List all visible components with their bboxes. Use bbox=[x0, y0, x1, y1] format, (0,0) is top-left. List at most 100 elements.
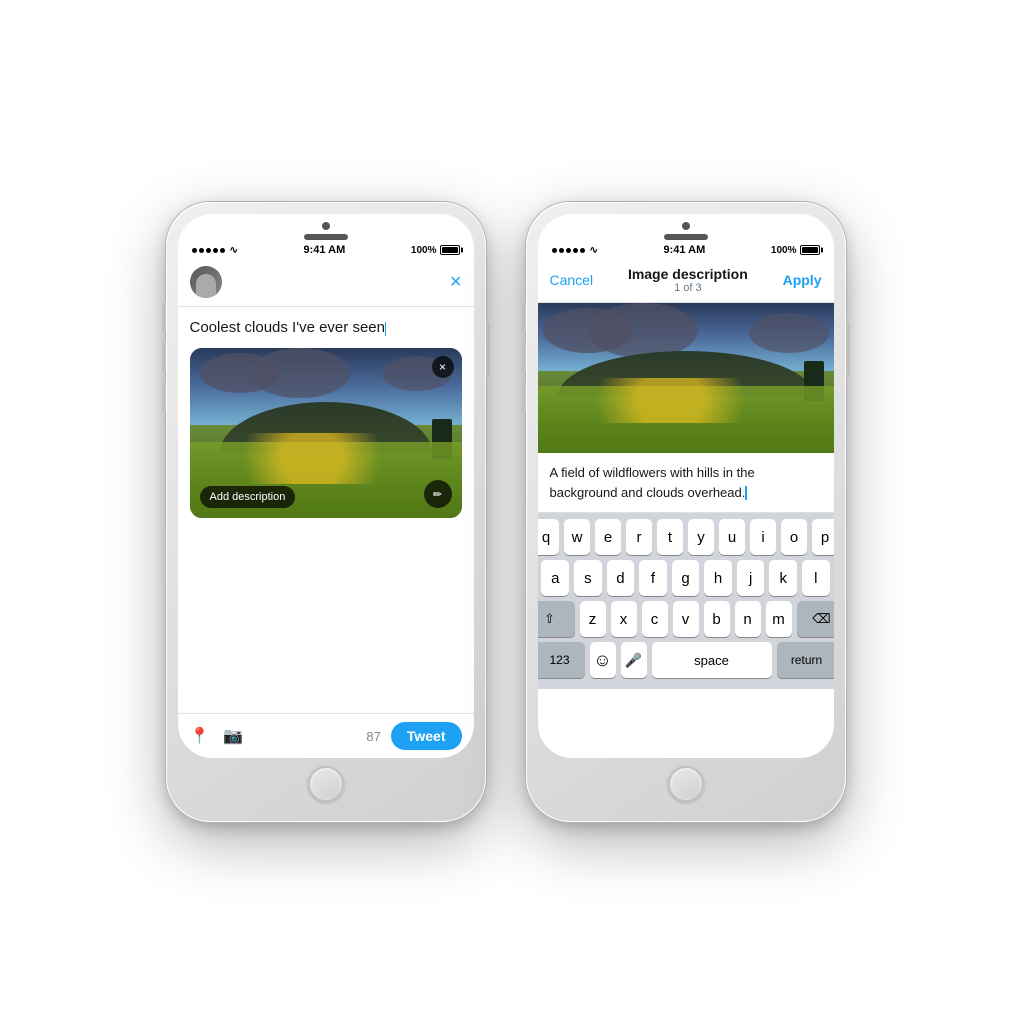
space-key[interactable]: space bbox=[652, 642, 772, 678]
key-p[interactable]: p bbox=[812, 519, 834, 555]
dot2 bbox=[559, 248, 564, 253]
cloud-b bbox=[588, 303, 698, 358]
user-avatar bbox=[190, 266, 222, 298]
key-f[interactable]: f bbox=[639, 560, 667, 596]
key-x[interactable]: x bbox=[611, 601, 637, 637]
phone1-battery-area: 100% bbox=[411, 245, 460, 256]
phone1-home-button[interactable] bbox=[308, 766, 344, 802]
key-s[interactable]: s bbox=[574, 560, 602, 596]
phone-2: ∿ 9:41 AM 100% Cancel Image description bbox=[526, 202, 846, 822]
key-g[interactable]: g bbox=[672, 560, 700, 596]
dot3 bbox=[566, 248, 571, 253]
description-header: Cancel Image description 1 of 3 Apply bbox=[538, 258, 834, 303]
phone1-camera bbox=[322, 222, 330, 230]
key-q[interactable]: q bbox=[538, 519, 560, 555]
compose-screen: × Coolest clouds I've ever seen bbox=[178, 258, 474, 758]
phone2-signal: ∿ bbox=[552, 245, 598, 256]
dot3 bbox=[206, 248, 211, 253]
key-i[interactable]: i bbox=[750, 519, 776, 555]
phone2-battery-pct: 100% bbox=[771, 245, 797, 256]
phone2-top-area bbox=[538, 214, 834, 240]
header-subtitle: 1 of 3 bbox=[628, 282, 748, 294]
desc-media-image bbox=[538, 303, 834, 453]
keyboard[interactable]: q w e r t y u i o p a s d bbox=[538, 513, 834, 689]
key-y[interactable]: y bbox=[688, 519, 714, 555]
keyboard-row-2: a s d f g h j k l bbox=[542, 560, 830, 596]
description-text: A field of wildflowers with hills in the… bbox=[550, 465, 755, 500]
delete-key[interactable]: ⌫ bbox=[797, 601, 834, 637]
mic-key[interactable]: 🎤 bbox=[621, 642, 647, 678]
dot4 bbox=[213, 248, 218, 253]
key-d[interactable]: d bbox=[607, 560, 635, 596]
delete-icon: ⌫ bbox=[812, 611, 830, 627]
emoji-key[interactable]: ☺ bbox=[590, 642, 616, 678]
description-textarea[interactable]: A field of wildflowers with hills in the… bbox=[538, 453, 834, 513]
header-center: Image description 1 of 3 bbox=[628, 266, 748, 294]
camera-icon[interactable]: 📷 bbox=[223, 726, 243, 746]
keyboard-row-1: q w e r t y u i o p bbox=[542, 519, 830, 555]
key-e[interactable]: e bbox=[595, 519, 621, 555]
phone1-status-bar: ∿ 9:41 AM 100% bbox=[178, 240, 474, 258]
key-t[interactable]: t bbox=[657, 519, 683, 555]
compose-footer: 📍 📷 87 Tweet bbox=[178, 713, 474, 758]
media-container: × Add description ✏ bbox=[190, 348, 462, 518]
location-icon[interactable]: 📍 bbox=[190, 726, 210, 746]
phone1-top-area bbox=[178, 214, 474, 240]
tweet-text: Coolest clouds I've ever seen bbox=[190, 319, 385, 336]
yellow-flowers bbox=[217, 433, 407, 484]
key-j[interactable]: j bbox=[737, 560, 765, 596]
avatar-silhouette bbox=[196, 274, 216, 298]
yellow-flowers-2 bbox=[567, 378, 774, 423]
signal-dots bbox=[192, 248, 225, 253]
add-description-button[interactable]: Add description bbox=[200, 486, 296, 508]
key-k[interactable]: k bbox=[769, 560, 797, 596]
phone2-time: 9:41 AM bbox=[664, 244, 706, 256]
shift-key[interactable]: ⇧ bbox=[538, 601, 575, 637]
phone2-battery-area: 100% bbox=[771, 245, 820, 256]
phone2-camera bbox=[682, 222, 690, 230]
close-button[interactable]: × bbox=[450, 271, 462, 294]
image-description-screen: Cancel Image description 1 of 3 Apply bbox=[538, 258, 834, 758]
tweet-button[interactable]: Tweet bbox=[391, 722, 462, 750]
phone1-time: 9:41 AM bbox=[304, 244, 346, 256]
key-l[interactable]: l bbox=[802, 560, 830, 596]
key-v[interactable]: v bbox=[673, 601, 699, 637]
phone1-signal: ∿ bbox=[192, 245, 238, 256]
char-count: 87 bbox=[366, 729, 380, 744]
remove-media-button[interactable]: × bbox=[432, 356, 454, 378]
key-c[interactable]: c bbox=[642, 601, 668, 637]
key-n[interactable]: n bbox=[735, 601, 761, 637]
phone2-home-button[interactable] bbox=[668, 766, 704, 802]
desc-cursor bbox=[745, 486, 747, 500]
key-a[interactable]: a bbox=[541, 560, 569, 596]
numbers-key[interactable]: 123 bbox=[538, 642, 585, 678]
apply-button[interactable]: Apply bbox=[783, 272, 822, 288]
shift-icon: ⇧ bbox=[544, 611, 555, 627]
phone2-status-bar: ∿ 9:41 AM 100% bbox=[538, 240, 834, 258]
key-o[interactable]: o bbox=[781, 519, 807, 555]
key-w[interactable]: w bbox=[564, 519, 590, 555]
phone1-home-area bbox=[178, 758, 474, 810]
key-u[interactable]: u bbox=[719, 519, 745, 555]
tweet-text-area[interactable]: Coolest clouds I've ever seen bbox=[178, 307, 474, 348]
text-cursor bbox=[385, 322, 387, 336]
description-image bbox=[538, 303, 834, 453]
keyboard-row-bottom: 123 ☺ 🎤 space return bbox=[542, 642, 830, 678]
return-key[interactable]: return bbox=[777, 642, 834, 678]
key-z[interactable]: z bbox=[580, 601, 606, 637]
cancel-button[interactable]: Cancel bbox=[550, 272, 594, 288]
key-h[interactable]: h bbox=[704, 560, 732, 596]
key-b[interactable]: b bbox=[704, 601, 730, 637]
phone1-battery-pct: 100% bbox=[411, 245, 437, 256]
key-r[interactable]: r bbox=[626, 519, 652, 555]
phone-1: ∿ 9:41 AM 100% bbox=[166, 202, 486, 822]
key-m[interactable]: m bbox=[766, 601, 792, 637]
dot5 bbox=[580, 248, 585, 253]
cloud-c bbox=[749, 313, 829, 353]
cloud2 bbox=[250, 348, 350, 398]
battery-fill bbox=[442, 247, 458, 253]
wifi-icon-2: ∿ bbox=[590, 245, 598, 256]
phone1-battery-icon bbox=[440, 245, 460, 255]
keyboard-row-3: ⇧ z x c v b n m ⌫ bbox=[542, 601, 830, 637]
edit-media-button[interactable]: ✏ bbox=[424, 480, 452, 508]
